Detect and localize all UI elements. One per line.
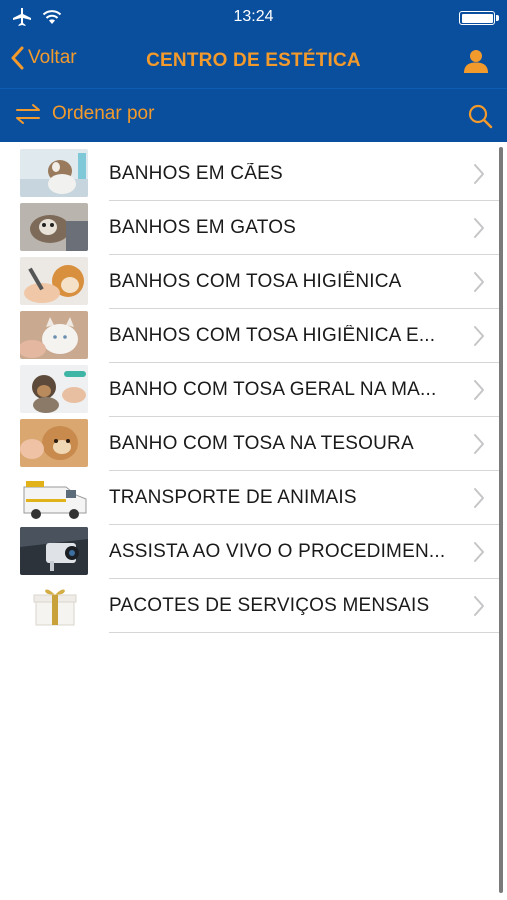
status-bar: 13:24 xyxy=(0,0,507,36)
yorkie-grooming-thumbnail xyxy=(20,365,88,413)
pet-transport-van-thumbnail xyxy=(20,473,88,521)
list-item-label: TRANSPORTE DE ANIMAIS xyxy=(109,487,357,508)
gift-box-thumbnail xyxy=(20,581,88,629)
white-cat-thumbnail xyxy=(20,311,88,359)
user-icon[interactable] xyxy=(463,48,489,74)
chevron-right-icon xyxy=(474,272,484,292)
search-icon[interactable] xyxy=(467,103,493,129)
status-time: 13:24 xyxy=(233,8,274,25)
list-item[interactable]: TRANSPORTE DE ANIMAIS xyxy=(0,471,500,525)
list-item-label: BANHO COM TOSA NA TESOURA xyxy=(109,433,414,454)
list-item-label: BANHO COM TOSA GERAL NA MA... xyxy=(109,379,437,400)
sort-bar: Ordenar por xyxy=(0,88,507,142)
chevron-right-icon xyxy=(474,542,484,562)
list-item-label: BANHOS COM TOSA HIGIÊNICA E... xyxy=(109,325,436,346)
battery-icon xyxy=(459,11,499,25)
page-title: CENTRO DE ESTÉTICA xyxy=(146,50,361,71)
chevron-right-icon xyxy=(474,218,484,238)
list-item[interactable]: BANHOS EM GATOS xyxy=(0,201,500,255)
list-item[interactable]: ASSISTA AO VIVO O PROCEDIMEN... xyxy=(0,525,500,579)
scrollbar[interactable] xyxy=(499,147,503,893)
list-item[interactable]: PACOTES DE SERVIÇOS MENSAIS xyxy=(0,579,500,633)
list-item-label: BANHOS EM CÃES xyxy=(109,163,283,184)
list-item[interactable]: BANHO COM TOSA NA TESOURA xyxy=(0,417,500,471)
list-item-label: BANHOS EM GATOS xyxy=(109,217,297,238)
services-list: BANHOS EM CÃES BANHOS EM GATOS BANHOS CO… xyxy=(0,147,500,633)
chevron-right-icon xyxy=(474,164,484,184)
chevron-right-icon xyxy=(474,326,484,346)
dog-grooming-thumbnail xyxy=(20,257,88,305)
sort-label: Ordenar por xyxy=(52,103,155,124)
chevron-right-icon xyxy=(474,434,484,454)
security-camera-thumbnail xyxy=(20,527,88,575)
dog-bath-thumbnail xyxy=(20,149,88,197)
scissor-grooming-thumbnail xyxy=(20,419,88,467)
row-divider xyxy=(109,632,500,633)
chevron-right-icon xyxy=(474,596,484,616)
list-item-label: PACOTES DE SERVIÇOS MENSAIS xyxy=(109,595,430,616)
list-item[interactable]: BANHOS EM CÃES xyxy=(0,147,500,201)
cat-bath-thumbnail xyxy=(20,203,88,251)
list-item[interactable]: BANHOS COM TOSA HIGIÊNICA E... xyxy=(0,309,500,363)
sort-button[interactable]: Ordenar por xyxy=(14,103,154,125)
chevron-right-icon xyxy=(474,488,484,508)
nav-bar: Voltar CENTRO DE ESTÉTICA xyxy=(0,36,507,88)
list-item[interactable]: BANHOS COM TOSA HIGIÊNICA xyxy=(0,255,500,309)
list-item-label: ASSISTA AO VIVO O PROCEDIMEN... xyxy=(109,541,446,562)
chevron-right-icon xyxy=(474,380,484,400)
list-item[interactable]: BANHO COM TOSA GERAL NA MA... xyxy=(0,363,500,417)
sort-arrows-icon xyxy=(16,104,40,124)
list-item-label: BANHOS COM TOSA HIGIÊNICA xyxy=(109,271,402,292)
